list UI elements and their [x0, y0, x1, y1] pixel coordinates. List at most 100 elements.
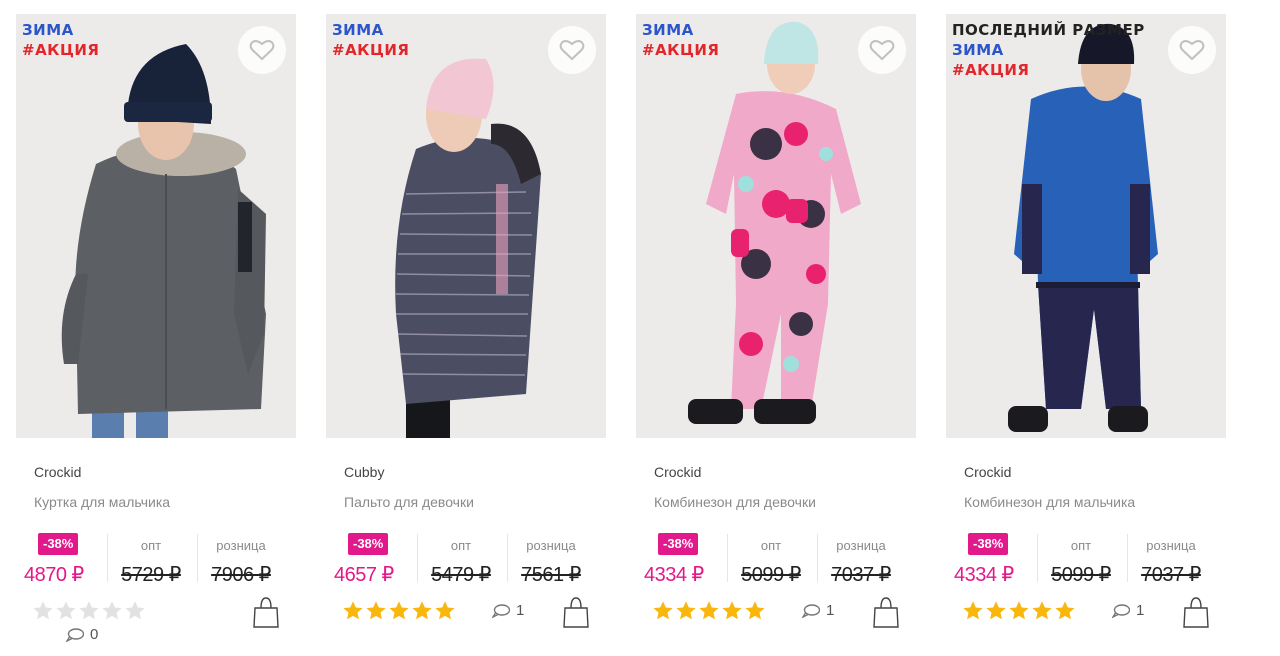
season-tag[interactable]: ЗИМА [642, 20, 719, 40]
product-brand[interactable]: Crockid [654, 464, 701, 480]
product-brand[interactable]: Crockid [964, 464, 1011, 480]
star-icon[interactable] [32, 600, 54, 622]
discount-badge: -38% [658, 533, 699, 555]
discount-badge: -38% [348, 533, 389, 555]
product-card[interactable]: ЗИМА #АКЦИЯ Crockid Куртка для мальчика … [16, 14, 296, 654]
discount-badge: -38% [968, 533, 1009, 555]
last-size-tag[interactable]: ПОСЛЕДНИЙ РАЗМЕР [952, 20, 1145, 40]
star-icon[interactable] [388, 600, 410, 622]
star-icon[interactable] [411, 600, 433, 622]
product-title[interactable]: Комбинезон для девочки [654, 494, 816, 510]
retail-label: розница [836, 538, 886, 553]
opt-price: 5479 ₽ [431, 564, 491, 586]
favorite-button[interactable] [548, 26, 596, 74]
shopping-bag-icon[interactable] [562, 596, 590, 628]
comment-icon [492, 603, 510, 618]
product-brand[interactable]: Crockid [34, 464, 81, 480]
favorite-button[interactable] [1168, 26, 1216, 74]
promo-tag[interactable]: #АКЦИЯ [642, 40, 719, 60]
opt-price: 5729 ₽ [121, 564, 181, 586]
retail-label: розница [1146, 538, 1196, 553]
comments-count[interactable]: 1 [492, 602, 524, 619]
product-title[interactable]: Пальто для девочки [344, 494, 474, 510]
product-card[interactable]: ЗИМА #АКЦИЯ Crockid Комбинезон для девоч… [636, 14, 916, 654]
retail-price: 7037 ₽ [1141, 564, 1201, 586]
tag-list: ЗИМА #АКЦИЯ [22, 20, 99, 60]
promo-tag[interactable]: #АКЦИЯ [22, 40, 99, 60]
product-image[interactable]: ЗИМА #АКЦИЯ [636, 14, 916, 438]
retail-price: 7561 ₽ [521, 564, 581, 586]
star-icon[interactable] [365, 600, 387, 622]
shopping-bag-icon[interactable] [1182, 596, 1210, 628]
retail-label: розница [216, 538, 266, 553]
heart-icon [249, 40, 275, 61]
star-icon[interactable] [55, 600, 77, 622]
opt-label: опт [760, 538, 782, 553]
tag-list: ЗИМА #АКЦИЯ [332, 20, 409, 60]
tag-list: ЗИМА #АКЦИЯ [642, 20, 719, 60]
product-image[interactable]: ЗИМА #АКЦИЯ [16, 14, 296, 438]
star-icon[interactable] [342, 600, 364, 622]
season-tag[interactable]: ЗИМА [22, 20, 99, 40]
opt-label: опт [450, 538, 472, 553]
rating-stars[interactable] [342, 600, 456, 622]
season-tag[interactable]: ЗИМА [952, 40, 1145, 60]
comment-icon [1112, 603, 1130, 618]
comments-count[interactable]: 1 [802, 602, 834, 619]
star-icon[interactable] [985, 600, 1007, 622]
star-icon[interactable] [101, 600, 123, 622]
product-title[interactable]: Комбинезон для мальчика [964, 494, 1135, 510]
shopping-bag-icon[interactable] [872, 596, 900, 628]
product-title[interactable]: Куртка для мальчика [34, 494, 170, 510]
current-price: 4334 ₽ [644, 564, 704, 586]
heart-icon [869, 40, 895, 61]
star-icon[interactable] [675, 600, 697, 622]
current-price: 4870 ₽ [24, 564, 84, 586]
promo-tag[interactable]: #АКЦИЯ [332, 40, 409, 60]
tag-list: ПОСЛЕДНИЙ РАЗМЕР ЗИМА #АКЦИЯ [952, 20, 1145, 80]
comments-value: 1 [516, 602, 525, 619]
opt-label: опт [140, 538, 162, 553]
rating-stars[interactable] [962, 600, 1076, 622]
heart-icon [559, 40, 585, 61]
product-image[interactable]: ПОСЛЕДНИЙ РАЗМЕР ЗИМА #АКЦИЯ [946, 14, 1226, 438]
comment-icon [802, 603, 820, 618]
star-icon[interactable] [744, 600, 766, 622]
rating-stars[interactable] [652, 600, 766, 622]
retail-label: розница [526, 538, 576, 553]
opt-price: 5099 ₽ [741, 564, 801, 586]
product-card[interactable]: ПОСЛЕДНИЙ РАЗМЕР ЗИМА #АКЦИЯ Crockid Ком… [946, 14, 1226, 654]
star-icon[interactable] [652, 600, 674, 622]
heart-icon [1179, 40, 1205, 61]
comments-value: 1 [826, 602, 835, 619]
opt-label: опт [1070, 538, 1092, 553]
comment-icon [66, 627, 84, 642]
retail-price: 7037 ₽ [831, 564, 891, 586]
comments-count[interactable]: 1 [1112, 602, 1144, 619]
star-icon[interactable] [434, 600, 456, 622]
star-icon[interactable] [721, 600, 743, 622]
product-photo [16, 14, 296, 438]
star-icon[interactable] [78, 600, 100, 622]
shopping-bag-icon[interactable] [252, 596, 280, 628]
comments-value: 1 [1136, 602, 1145, 619]
season-tag[interactable]: ЗИМА [332, 20, 409, 40]
retail-price: 7906 ₽ [211, 564, 271, 586]
product-photo [636, 14, 916, 438]
rating-stars[interactable] [32, 600, 146, 622]
star-icon[interactable] [1008, 600, 1030, 622]
discount-badge: -38% [38, 533, 79, 555]
product-brand[interactable]: Cubby [344, 464, 384, 480]
star-icon[interactable] [698, 600, 720, 622]
favorite-button[interactable] [858, 26, 906, 74]
comments-count[interactable]: 0 [66, 626, 98, 643]
star-icon[interactable] [1031, 600, 1053, 622]
promo-tag[interactable]: #АКЦИЯ [952, 60, 1145, 80]
star-icon[interactable] [124, 600, 146, 622]
star-icon[interactable] [962, 600, 984, 622]
star-icon[interactable] [1054, 600, 1076, 622]
favorite-button[interactable] [238, 26, 286, 74]
product-card[interactable]: ЗИМА #АКЦИЯ Cubby Пальто для девочки -38… [326, 14, 606, 654]
product-image[interactable]: ЗИМА #АКЦИЯ [326, 14, 606, 438]
comments-value: 0 [90, 626, 99, 643]
